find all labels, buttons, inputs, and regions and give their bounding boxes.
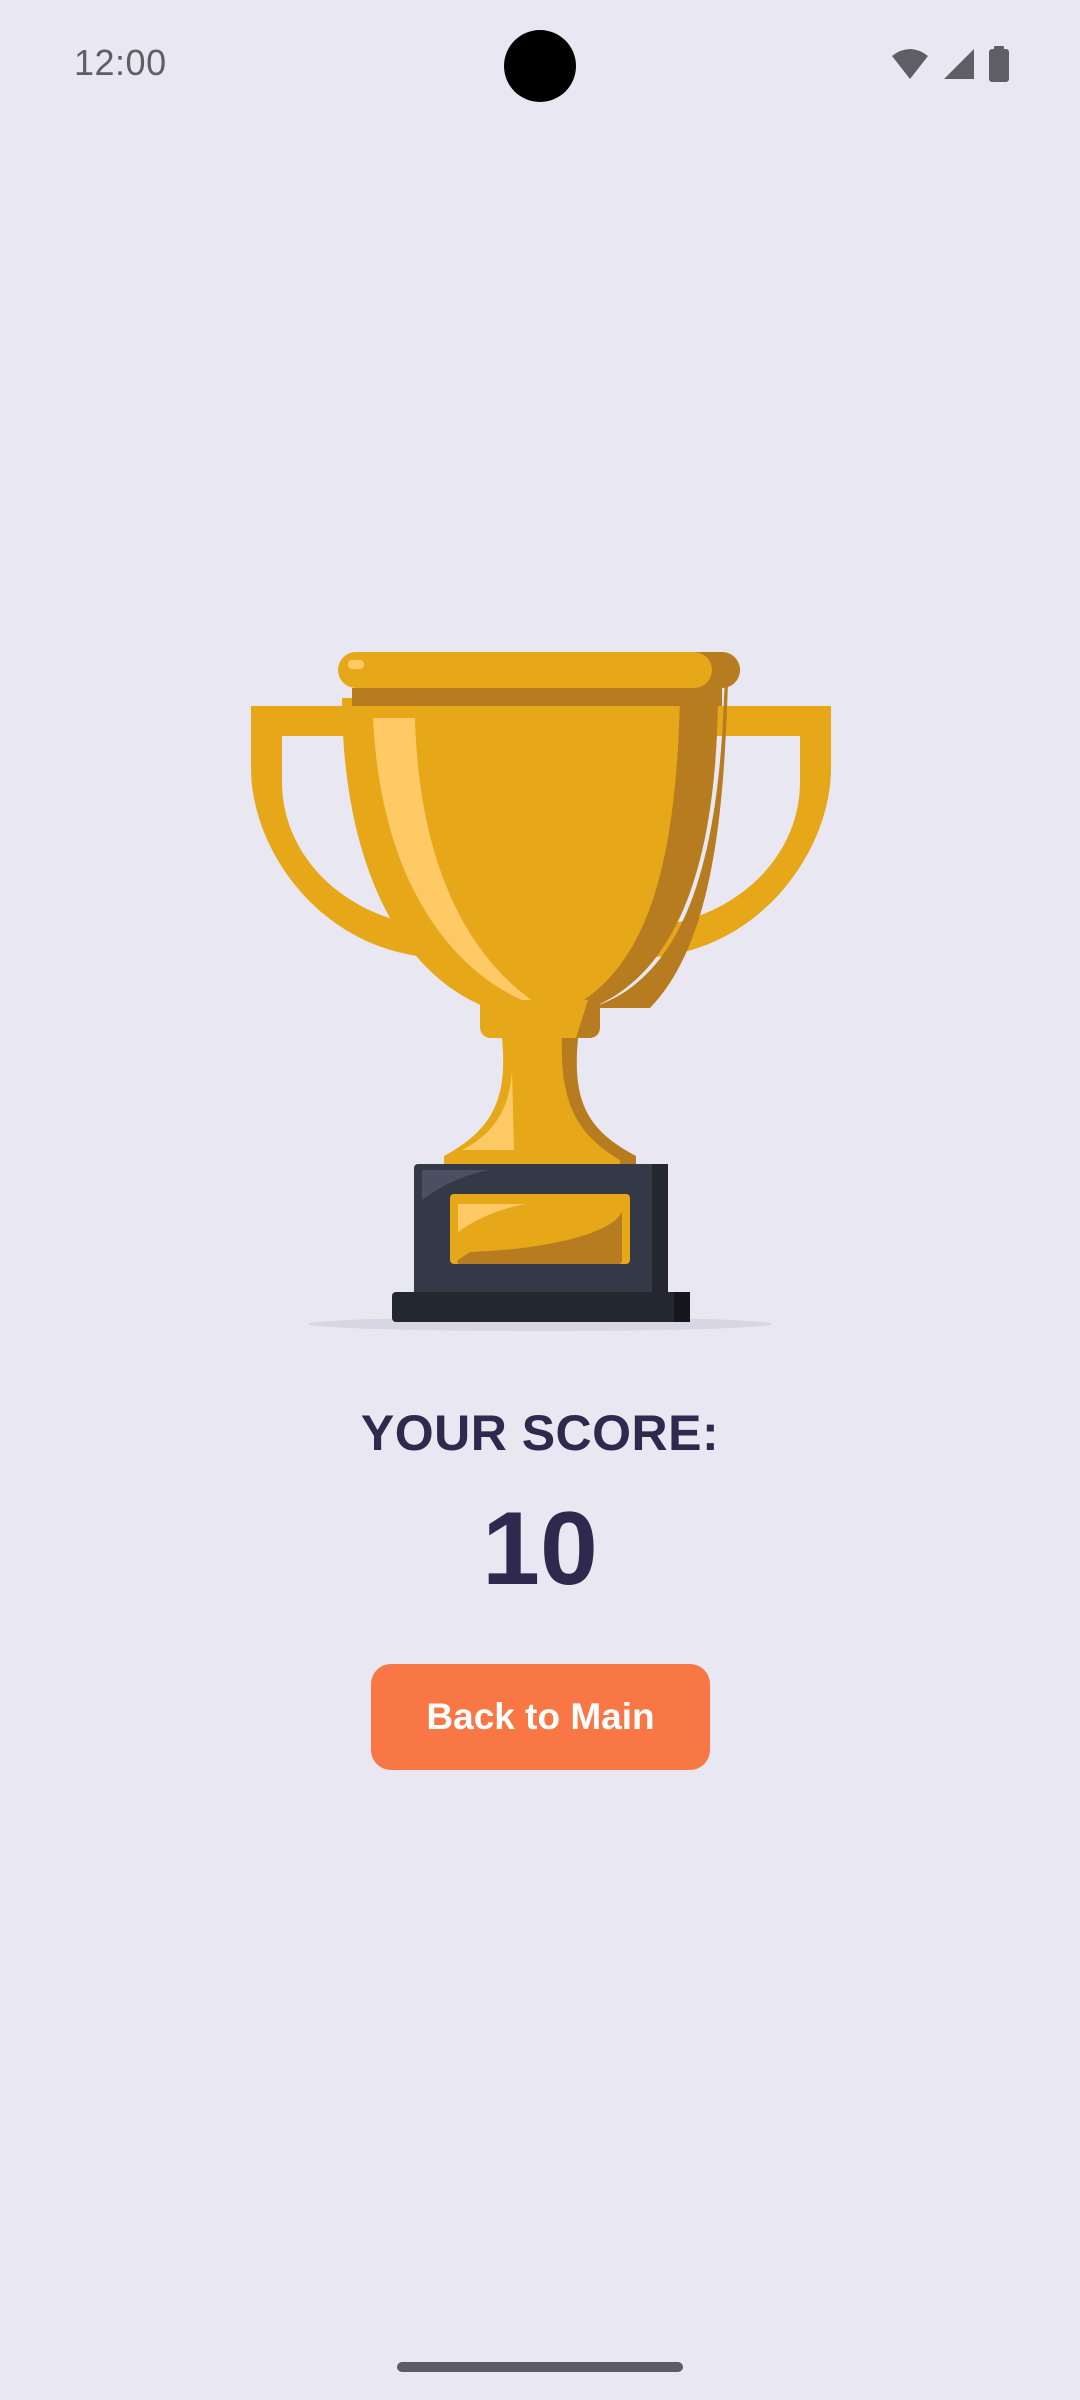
status-bar: 12:00 (0, 0, 1080, 130)
back-to-main-button[interactable]: Back to Main (371, 1664, 710, 1770)
trophy-icon (230, 640, 850, 1340)
battery-icon (988, 46, 1010, 82)
status-icons (890, 46, 1010, 82)
cellular-signal-icon (942, 48, 976, 80)
wifi-icon (890, 48, 930, 80)
score-screen: 12:00 YOUR SCORE: 10 Back to Main (0, 0, 1080, 2400)
home-indicator[interactable] (397, 2362, 683, 2372)
camera-cutout (504, 30, 576, 102)
score-value: 10 (482, 1491, 598, 1607)
score-label: YOUR SCORE: (360, 1405, 720, 1461)
status-time: 12:00 (74, 42, 167, 83)
